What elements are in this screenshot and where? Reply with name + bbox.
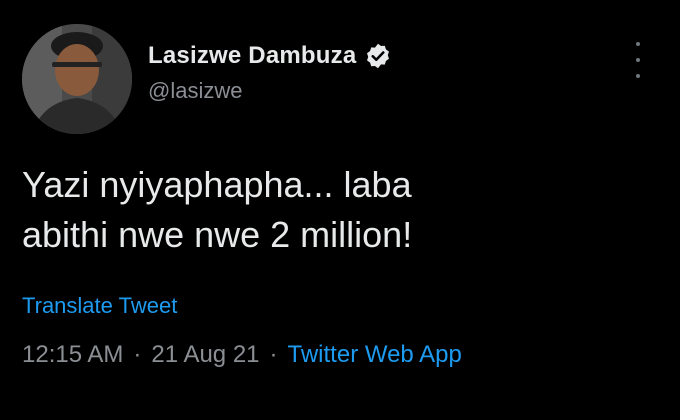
- tweet-date[interactable]: 21 Aug 21: [151, 341, 259, 369]
- verified-badge-icon: [364, 42, 392, 70]
- meta-separator: ·: [133, 341, 142, 368]
- meta-separator: ·: [269, 341, 278, 368]
- display-name[interactable]: Lasizwe Dambuza: [148, 42, 356, 70]
- tweet-text: Yazi nyiyaphapha... laba abithi nwe nwe …: [22, 164, 413, 255]
- avatar[interactable]: [22, 24, 132, 134]
- tweet-time[interactable]: 12:15 AM: [22, 341, 123, 369]
- display-name-row: Lasizwe Dambuza: [148, 40, 392, 72]
- user-handle[interactable]: @lasizwe: [148, 78, 392, 104]
- tweet-header: Lasizwe Dambuza @lasizwe: [22, 24, 662, 134]
- tweet-metadata: 12:15 AM · 21 Aug 21 · Twitter Web App: [22, 341, 462, 369]
- tweet-source[interactable]: Twitter Web App: [288, 341, 462, 369]
- translate-tweet-link[interactable]: Translate Tweet: [22, 293, 177, 319]
- more-options-icon[interactable]: [628, 42, 648, 78]
- avatar-image: [22, 24, 132, 134]
- author-names: Lasizwe Dambuza @lasizwe: [148, 40, 392, 104]
